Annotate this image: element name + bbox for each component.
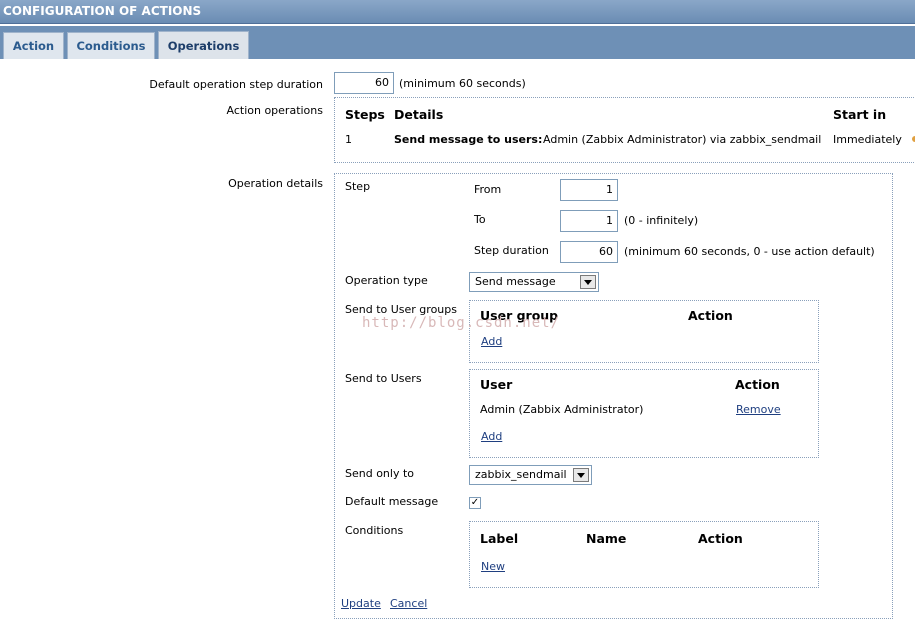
operation-details-label: Operation details (228, 177, 323, 190)
operation-step-cell: 1 (345, 133, 352, 146)
operation-details-bold: Send message to users: (394, 133, 543, 146)
col-details: Details (394, 107, 444, 122)
default-step-hint: (minimum 60 seconds) (399, 77, 526, 90)
conditions-table (469, 521, 819, 588)
conditions-label: Conditions (345, 524, 404, 537)
col-steps: Steps (345, 107, 385, 122)
step-label: Step (345, 180, 371, 193)
tab-action[interactable]: Action (3, 32, 64, 59)
tab-strip: Action Conditions Operations (0, 26, 915, 59)
operation-type-value: Send message (475, 275, 556, 288)
add-user-group-link[interactable]: Add (481, 335, 502, 348)
send-only-label: Send only to (345, 467, 415, 480)
add-user-link[interactable]: Add (481, 430, 502, 443)
col-start-in: Start in (833, 107, 887, 122)
action-operations-label: Action operations (226, 104, 324, 117)
new-condition-link[interactable]: New (481, 560, 505, 573)
remove-user-link[interactable]: Remove (736, 403, 781, 416)
col-user: User (480, 377, 513, 392)
default-message-label: Default message (345, 495, 439, 508)
col-user-action: Action (735, 377, 780, 392)
chevron-down-icon (573, 468, 589, 482)
to-label: To (474, 213, 486, 226)
step-from-input[interactable]: 1 (560, 179, 618, 201)
default-message-checkbox[interactable]: ✓ (469, 497, 481, 509)
step-duration-hint: (minimum 60 seconds, 0 - use action defa… (624, 245, 875, 258)
send-only-select[interactable]: zabbix_sendmail (469, 465, 592, 485)
to-hint: (0 - infinitely) (624, 214, 699, 227)
operation-start-in: Immediately (833, 133, 902, 146)
operation-type-select[interactable]: Send message (469, 272, 599, 292)
chevron-down-icon (580, 275, 596, 289)
user-name-cell: Admin (Zabbix Administrator) (480, 403, 644, 416)
operation-details-text: Admin (Zabbix Administrator) via zabbix_… (543, 133, 822, 146)
cancel-link[interactable]: Cancel (390, 597, 427, 610)
col-condition-label: Label (480, 531, 519, 546)
col-condition-name: Name (586, 531, 627, 546)
tab-conditions[interactable]: Conditions (67, 32, 155, 59)
update-link[interactable]: Update (341, 597, 381, 610)
default-step-label: Default operation step duration (149, 78, 323, 91)
col-condition-action: Action (698, 531, 743, 546)
col-user-group-action: Action (688, 308, 733, 323)
step-duration-input[interactable]: 60 (560, 241, 618, 263)
watermark-text: http://blog.csdn.net/ (362, 315, 561, 331)
users-label: Send to Users (345, 372, 422, 385)
step-to-input[interactable]: 1 (560, 210, 618, 232)
step-duration-label: Step duration (474, 244, 549, 257)
operation-type-label: Operation type (345, 274, 428, 287)
from-label: From (474, 183, 502, 196)
page-title: CONFIGURATION OF ACTIONS (0, 0, 915, 24)
send-only-value: zabbix_sendmail (475, 468, 567, 481)
tab-operations[interactable]: Operations (158, 31, 249, 59)
default-step-input[interactable]: 60 (334, 72, 394, 94)
